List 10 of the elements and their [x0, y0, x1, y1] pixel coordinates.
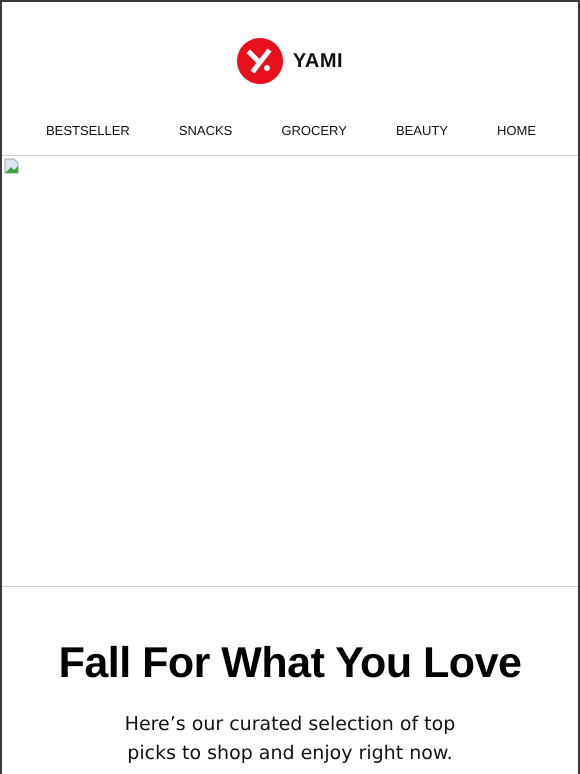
nav-link[interactable]: BEAUTY: [396, 122, 448, 138]
intro-text: Here’s our curated selection of top picks to shop and enjoy right now.: [124, 712, 456, 766]
nav-link[interactable]: HOME: [497, 122, 536, 138]
nav-link[interactable]: BESTSELLER: [46, 122, 130, 138]
nav-link[interactable]: SNACKS: [178, 122, 232, 138]
brand-name: YAMI: [292, 50, 344, 72]
logo-icon: [236, 38, 283, 84]
headline: Fall For What You Love: [58, 639, 522, 688]
nav-link[interactable]: GROCERY: [281, 122, 347, 138]
broken-image-icon: [4, 158, 20, 174]
